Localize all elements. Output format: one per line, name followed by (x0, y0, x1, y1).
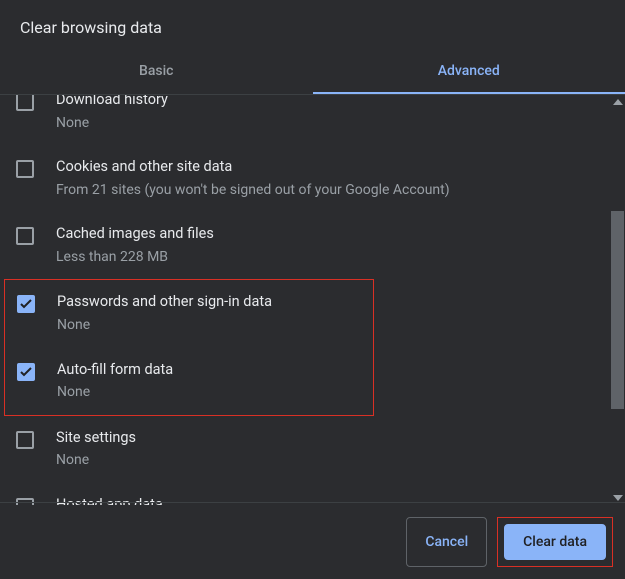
highlight-clear: Clear data (497, 517, 613, 567)
checkbox-cached-images[interactable] (16, 227, 34, 245)
option-download-history[interactable]: Download history None (0, 95, 625, 145)
cancel-button[interactable]: Cancel (406, 517, 487, 567)
tab-basic[interactable]: Basic (0, 51, 313, 94)
dialog-title: Clear browsing data (0, 0, 625, 51)
option-subtitle: From 21 sites (you won't be signed out o… (56, 179, 609, 201)
option-cached-images[interactable]: Cached images and files Less than 228 MB (0, 212, 625, 279)
option-subtitle: Less than 228 MB (56, 246, 609, 268)
dialog-footer: Cancel Clear data (0, 502, 625, 579)
scrollbar-arrow-down-icon[interactable] (613, 495, 623, 501)
option-title: Auto-fill form data (57, 359, 357, 381)
option-subtitle: None (56, 449, 609, 471)
option-title: Passwords and other sign-in data (57, 291, 357, 313)
highlight-group: Passwords and other sign-in data None Au… (4, 279, 374, 415)
option-text: Download history None (56, 95, 609, 134)
option-subtitle: None (56, 112, 609, 134)
option-text: Passwords and other sign-in data None (57, 291, 357, 336)
option-text: Cookies and other site data From 21 site… (56, 156, 609, 201)
scrollbar-thumb[interactable] (611, 211, 624, 409)
option-title: Download history (56, 95, 609, 111)
checkbox-site-settings[interactable] (16, 431, 34, 449)
checkbox-passwords[interactable] (17, 295, 35, 313)
checkbox-cookies[interactable] (16, 160, 34, 178)
option-title: Site settings (56, 427, 609, 449)
scrollbar-arrow-up-icon[interactable] (613, 99, 623, 105)
option-subtitle: None (57, 381, 357, 403)
option-cookies[interactable]: Cookies and other site data From 21 site… (0, 145, 625, 212)
clear-data-button[interactable]: Clear data (504, 524, 606, 560)
option-passwords[interactable]: Passwords and other sign-in data None (5, 280, 373, 347)
checkbox-autofill[interactable] (17, 363, 35, 381)
option-subtitle: None (57, 314, 357, 336)
option-title: Cookies and other site data (56, 156, 609, 178)
checkbox-download-history[interactable] (16, 95, 34, 111)
tabs: Basic Advanced (0, 51, 625, 95)
option-text: Auto-fill form data None (57, 359, 357, 404)
option-site-settings[interactable]: Site settings None (0, 416, 625, 483)
option-text: Cached images and files Less than 228 MB (56, 223, 609, 268)
tab-advanced[interactable]: Advanced (313, 51, 625, 94)
content-area: Download history None Cookies and other … (0, 95, 625, 505)
scroll-area: Download history None Cookies and other … (0, 95, 625, 505)
option-autofill[interactable]: Auto-fill form data None (5, 348, 373, 415)
option-text: Site settings None (56, 427, 609, 472)
option-title: Cached images and files (56, 223, 609, 245)
scrollbar-track[interactable] (610, 95, 625, 505)
